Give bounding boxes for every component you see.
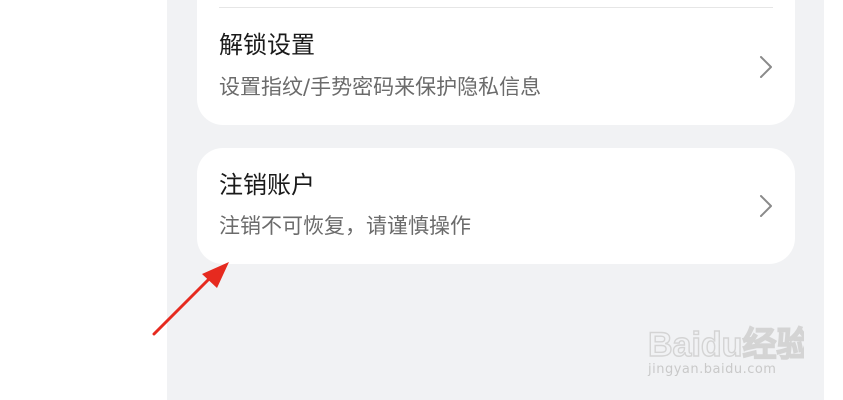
settings-card-delete-account[interactable]: 注销账户 注销不可恢复，请谨慎操作 (197, 148, 795, 264)
annotation-arrow-icon (152, 262, 229, 336)
delete-account-subtitle: 注销不可恢复，请谨慎操作 (219, 214, 471, 238)
settings-card-unlock[interactable]: 解锁设置 设置指纹/手势密码来保护隐私信息 (197, 0, 795, 125)
delete-account-title: 注销账户 (219, 171, 315, 199)
unlock-settings-title: 解锁设置 (219, 31, 315, 59)
chevron-right-icon (760, 56, 772, 78)
divider (219, 7, 773, 8)
unlock-settings-subtitle: 设置指纹/手势密码来保护隐私信息 (219, 75, 542, 99)
chevron-right-icon (760, 195, 772, 217)
